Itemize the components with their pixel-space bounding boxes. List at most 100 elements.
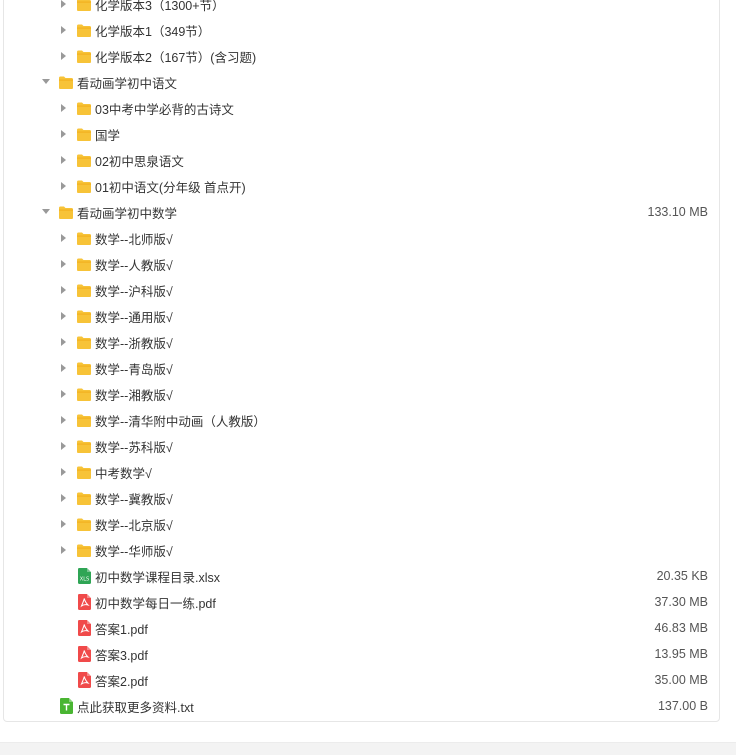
folder-row[interactable]: 化学版本1（349节） (4, 17, 719, 43)
caret-right-icon[interactable] (59, 311, 69, 321)
item-name: 初中数学每日一练.pdf (95, 596, 216, 611)
folder-icon (77, 152, 91, 168)
pdf-file-icon (77, 672, 91, 688)
caret-right-icon[interactable] (59, 0, 69, 9)
folder-row[interactable]: 02初中思泉语文 (4, 147, 719, 173)
caret-right-icon[interactable] (59, 155, 69, 165)
folder-icon (77, 334, 91, 350)
folder-icon (77, 464, 91, 480)
item-name: 初中数学课程目录.xlsx (95, 570, 221, 585)
item-name: 02初中思泉语文 (95, 154, 184, 169)
item-name: 答案3.pdf (95, 648, 148, 663)
folder-row[interactable]: 数学--北师版√ (4, 225, 719, 251)
caret-right-icon[interactable] (59, 337, 69, 347)
caret-right-icon[interactable] (59, 51, 69, 61)
folder-row[interactable]: 数学--冀教版√ (4, 485, 719, 511)
caret-right-icon[interactable] (59, 389, 69, 399)
item-size: 137.00 B (657, 699, 708, 713)
item-size: 13.95 MB (654, 647, 708, 661)
caret-down-icon[interactable] (41, 77, 51, 87)
folder-row[interactable]: 数学--青岛版√ (4, 355, 719, 381)
caret-right-icon[interactable] (59, 103, 69, 113)
item-size: 20.35 KB (656, 569, 708, 583)
caret-right-icon[interactable] (59, 545, 69, 555)
caret-right-icon[interactable] (59, 493, 69, 503)
folder-row[interactable]: 数学--北京版√ (4, 511, 719, 537)
caret-right-icon[interactable] (59, 285, 69, 295)
caret-right-icon[interactable] (59, 129, 69, 139)
item-name: 数学--清华附中动画（人教版） (95, 414, 266, 429)
folder-row[interactable]: 数学--通用版√ (4, 303, 719, 329)
folder-row[interactable]: 看动画学初中语文 (4, 69, 719, 95)
folder-icon (77, 48, 91, 64)
item-name: 化学版本3（1300+节） (95, 0, 225, 13)
item-size: 35.00 MB (654, 673, 708, 687)
folder-row[interactable]: 数学--清华附中动画（人教版） (4, 407, 719, 433)
folder-icon (77, 282, 91, 298)
folder-icon (59, 204, 73, 220)
file-row[interactable]: 初中数学每日一练.pdf 37.30 MB (4, 589, 719, 615)
item-size: 133.10 MB (647, 205, 708, 219)
folder-row[interactable]: 数学--湘教版√ (4, 381, 719, 407)
item-name: 数学--沪科版√ (95, 284, 173, 299)
folder-row[interactable]: 看动画学初中数学 133.10 MB (4, 199, 719, 225)
item-name: 数学--北京版√ (95, 518, 173, 533)
item-name: 数学--浙教版√ (95, 336, 173, 351)
item-name: 数学--华师版√ (95, 544, 173, 559)
folder-row[interactable]: 化学版本3（1300+节） (4, 0, 719, 17)
file-row[interactable]: 答案1.pdf 46.83 MB (4, 615, 719, 641)
item-name: 答案1.pdf (95, 622, 148, 637)
folder-row[interactable]: 国学 (4, 121, 719, 147)
item-name: 看动画学初中数学 (77, 206, 178, 221)
folder-icon (77, 22, 91, 38)
folder-icon (77, 412, 91, 428)
folder-icon (77, 360, 91, 376)
item-name: 03中考中学必背的古诗文 (95, 102, 234, 117)
folder-icon (77, 178, 91, 194)
item-name: 中考数学√ (95, 466, 152, 481)
folder-icon (77, 490, 91, 506)
pdf-file-icon (77, 594, 91, 610)
folder-row[interactable]: 中考数学√ (4, 459, 719, 485)
folder-row[interactable]: 数学--苏科版√ (4, 433, 719, 459)
folder-icon (77, 438, 91, 454)
item-name: 数学--湘教版√ (95, 388, 173, 403)
caret-right-icon[interactable] (59, 415, 69, 425)
file-row[interactable]: 答案3.pdf 13.95 MB (4, 641, 719, 667)
folder-icon (77, 0, 91, 12)
item-name: 01初中语文(分年级 首点开) (95, 180, 246, 195)
xlsx-file-icon: XLS (77, 568, 91, 584)
file-row[interactable]: 答案2.pdf 35.00 MB (4, 667, 719, 693)
caret-right-icon[interactable] (59, 441, 69, 451)
bottom-bar (0, 742, 736, 755)
folder-icon (77, 230, 91, 246)
item-name: 化学版本1（349节） (95, 24, 211, 39)
caret-right-icon[interactable] (59, 519, 69, 529)
caret-right-icon[interactable] (59, 467, 69, 477)
item-name: 数学--苏科版√ (95, 440, 173, 455)
folder-row[interactable]: 01初中语文(分年级 首点开) (4, 173, 719, 199)
folder-row[interactable]: 数学--华师版√ (4, 537, 719, 563)
caret-right-icon[interactable] (59, 363, 69, 373)
caret-down-icon[interactable] (41, 207, 51, 217)
pdf-file-icon (77, 620, 91, 636)
caret-right-icon[interactable] (59, 181, 69, 191)
item-size: 37.30 MB (654, 595, 708, 609)
item-name: 数学--青岛版√ (95, 362, 173, 377)
folder-icon (77, 256, 91, 272)
folder-row[interactable]: 数学--浙教版√ (4, 329, 719, 355)
caret-right-icon[interactable] (59, 233, 69, 243)
folder-row[interactable]: 化学版本2（167节）(含习题) (4, 43, 719, 69)
file-row[interactable]: 点此获取更多资料.txt 137.00 B (4, 693, 719, 719)
file-row[interactable]: XLS 初中数学课程目录.xlsx 20.35 KB (4, 563, 719, 589)
caret-right-icon[interactable] (59, 259, 69, 269)
folder-row[interactable]: 03中考中学必背的古诗文 (4, 95, 719, 121)
folder-row[interactable]: 数学--沪科版√ (4, 277, 719, 303)
folder-icon (77, 126, 91, 142)
folder-row[interactable]: 数学--人教版√ (4, 251, 719, 277)
caret-right-icon[interactable] (59, 25, 69, 35)
pdf-file-icon (77, 646, 91, 662)
item-name: 数学--通用版√ (95, 310, 173, 325)
folder-icon (77, 100, 91, 116)
folder-icon (77, 308, 91, 324)
